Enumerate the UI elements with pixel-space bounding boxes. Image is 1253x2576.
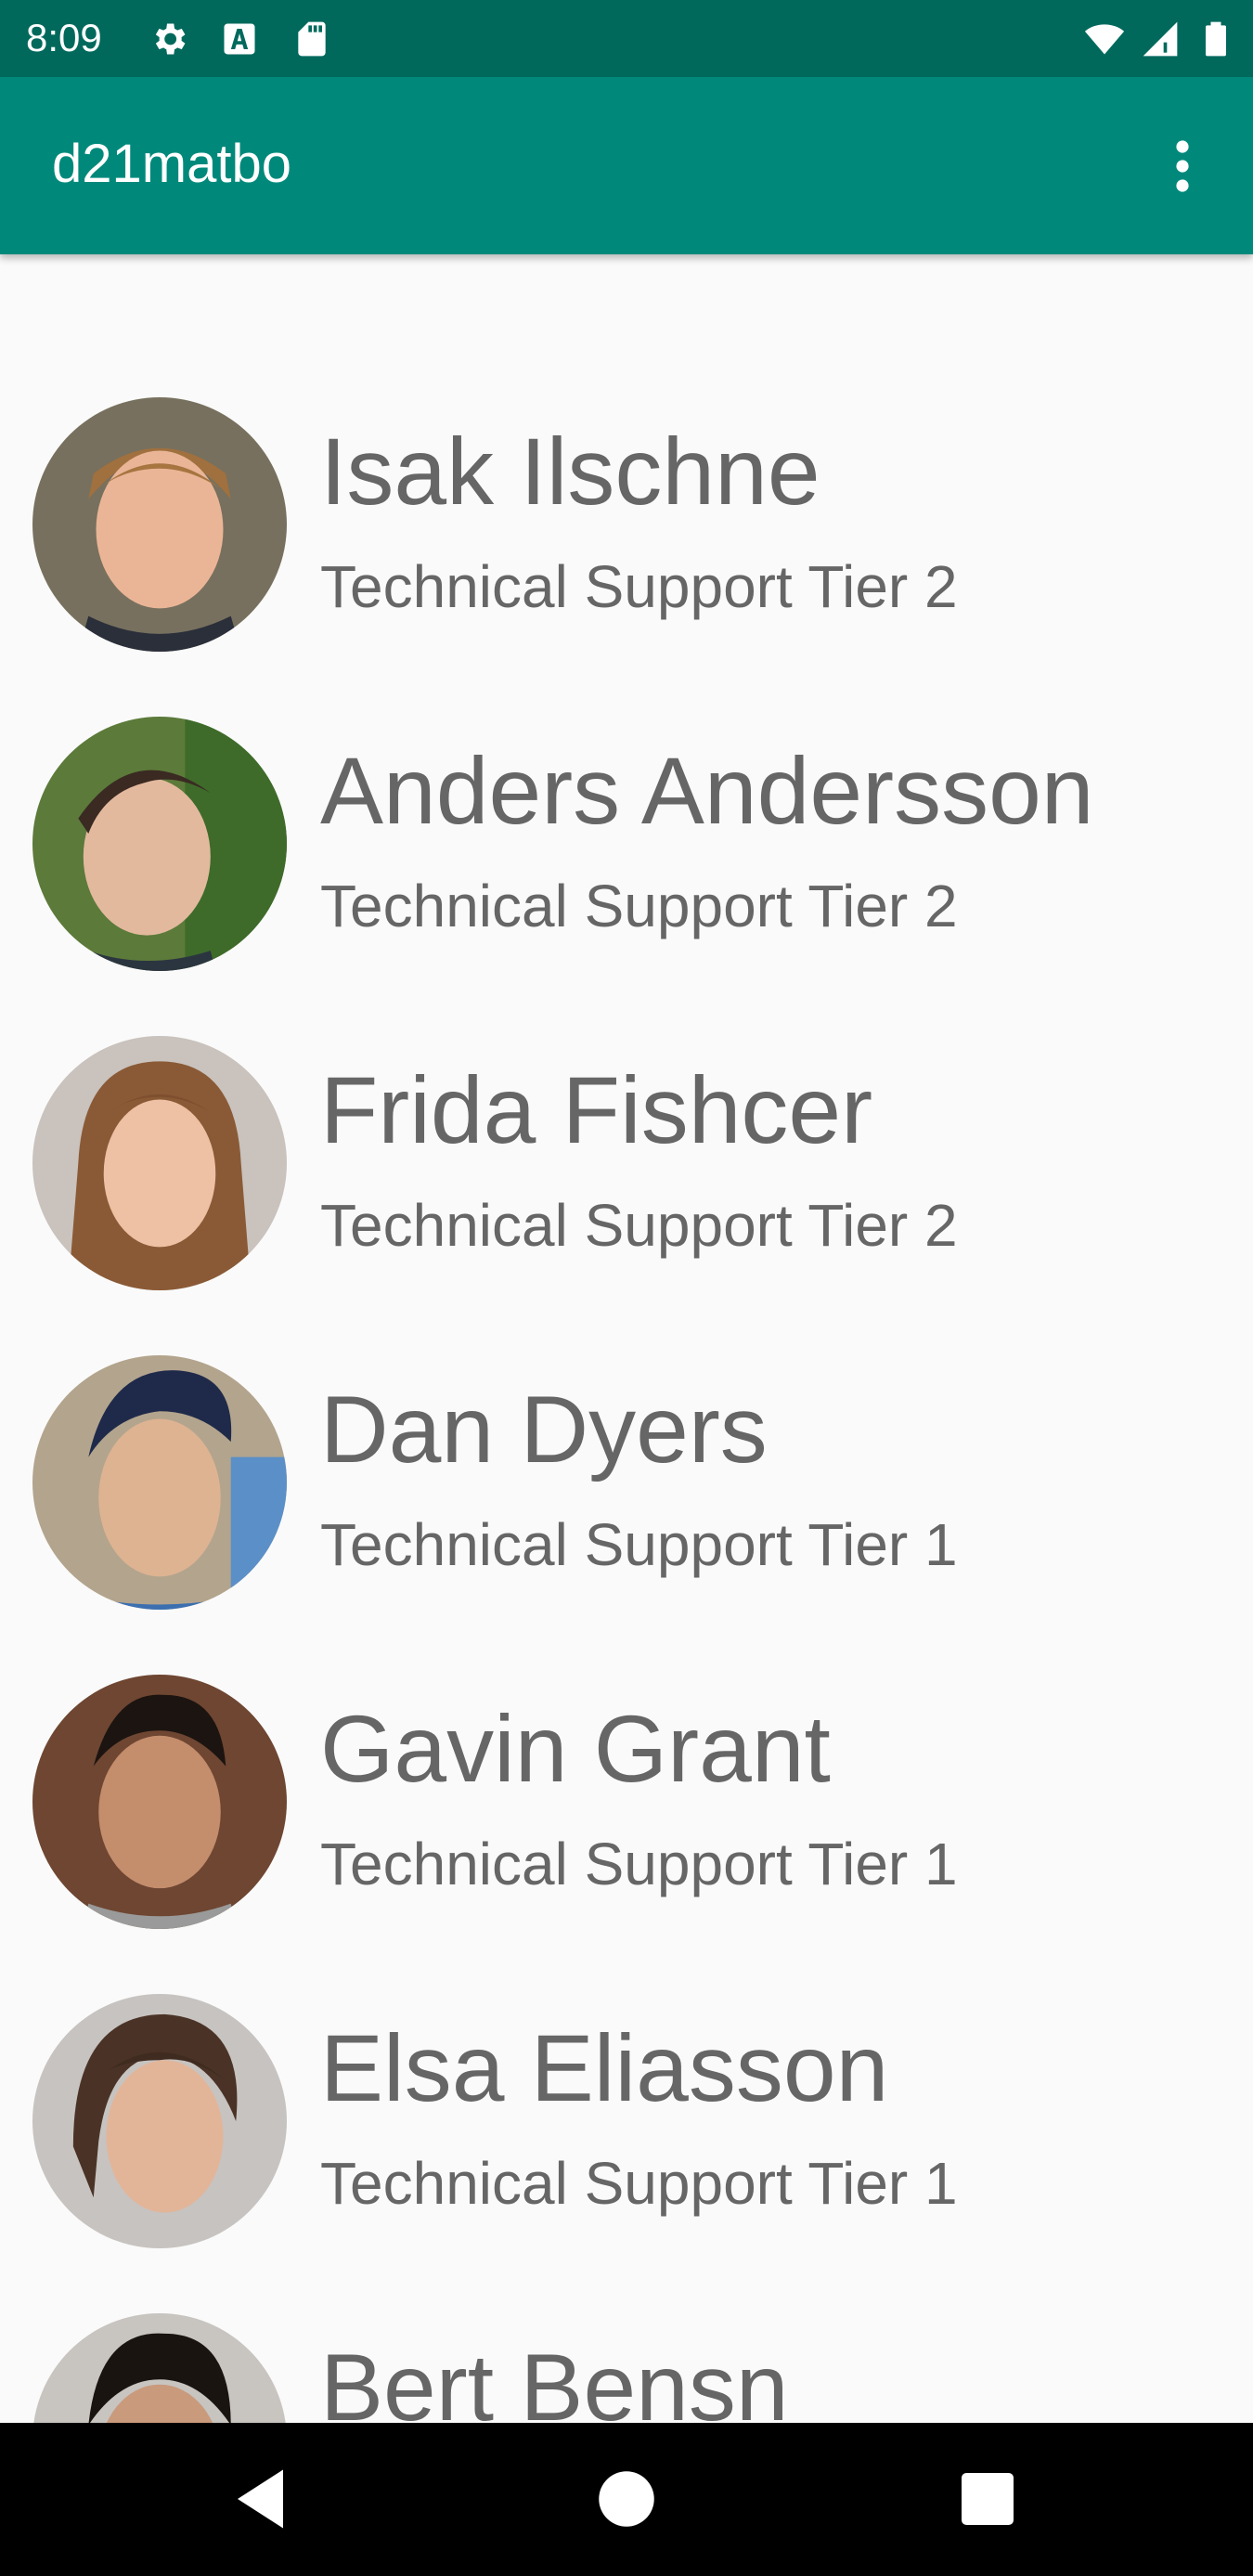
employee-name: Elsa Eliasson: [320, 2015, 889, 2121]
employee-name: Frida Fishcer: [320, 1057, 873, 1163]
employee-name: Bert Bensn: [320, 2335, 789, 2423]
employee-list[interactable]: Business Analyst Isak Ilschne Technical …: [0, 0, 1253, 2423]
status-time: 8:09: [26, 16, 102, 59]
list-item[interactable]: Gavin Grant Technical Support Tier 1: [0, 1643, 1253, 1961]
employee-role: Technical Support Tier 1: [320, 1511, 958, 1578]
avatar: [32, 717, 287, 971]
employee-name: Gavin Grant: [320, 1696, 831, 1802]
list-item[interactable]: Frida Fishcer Technical Support Tier 2: [0, 1004, 1253, 1323]
status-bar: 8:09: [0, 0, 1253, 77]
employee-name: Isak Ilschne: [320, 419, 820, 524]
overflow-menu-button[interactable]: [1149, 129, 1216, 203]
employee-role: Technical Support Tier 2: [320, 1192, 958, 1259]
avatar: [32, 397, 287, 652]
recents-button[interactable]: [949, 2460, 1027, 2538]
avatar: [32, 2313, 287, 2423]
home-button[interactable]: [588, 2460, 665, 2538]
home-icon: [599, 2471, 654, 2527]
navigation-bar: [0, 2423, 1253, 2576]
sd-card-icon: [291, 19, 332, 59]
screen: Business Analyst Isak Ilschne Technical …: [0, 0, 1253, 2576]
employee-role: Technical Support Tier 2: [320, 553, 958, 620]
wifi-icon: [1084, 19, 1125, 59]
accessibility-a-icon: [219, 19, 260, 59]
list-item[interactable]: Anders Andersson Technical Support Tier …: [0, 685, 1253, 1003]
settings-icon: [149, 19, 189, 59]
cell-signal-icon: [1140, 19, 1181, 59]
app-title: d21matbo: [52, 134, 291, 194]
recents-icon: [962, 2473, 1014, 2525]
back-button[interactable]: [225, 2460, 303, 2538]
list-item[interactable]: Dan Dyers Technical Support Tier 1: [0, 1324, 1253, 1642]
battery-icon: [1195, 19, 1236, 59]
back-icon: [238, 2469, 283, 2529]
employee-role: Technical Support Tier 2: [320, 873, 958, 939]
list-item[interactable]: Isak Ilschne Technical Support Tier 2: [0, 366, 1253, 684]
employee-name: Anders Andersson: [320, 738, 1094, 844]
app-bar: d21matbo: [0, 77, 1253, 254]
overflow-menu-icon: [1176, 140, 1189, 192]
list-item[interactable]: Elsa Eliasson Technical Support Tier 1: [0, 1962, 1253, 2281]
employee-role: Technical Support Tier 1: [320, 2150, 958, 2217]
avatar: [32, 1994, 287, 2248]
avatar: [32, 1675, 287, 1929]
avatar: [32, 1036, 287, 1290]
employee-role: Technical Support Tier 1: [320, 1831, 958, 1897]
list-item[interactable]: Bert Bensn: [0, 2282, 1253, 2423]
employee-name: Dan Dyers: [320, 1377, 768, 1482]
avatar: [32, 1355, 287, 1610]
